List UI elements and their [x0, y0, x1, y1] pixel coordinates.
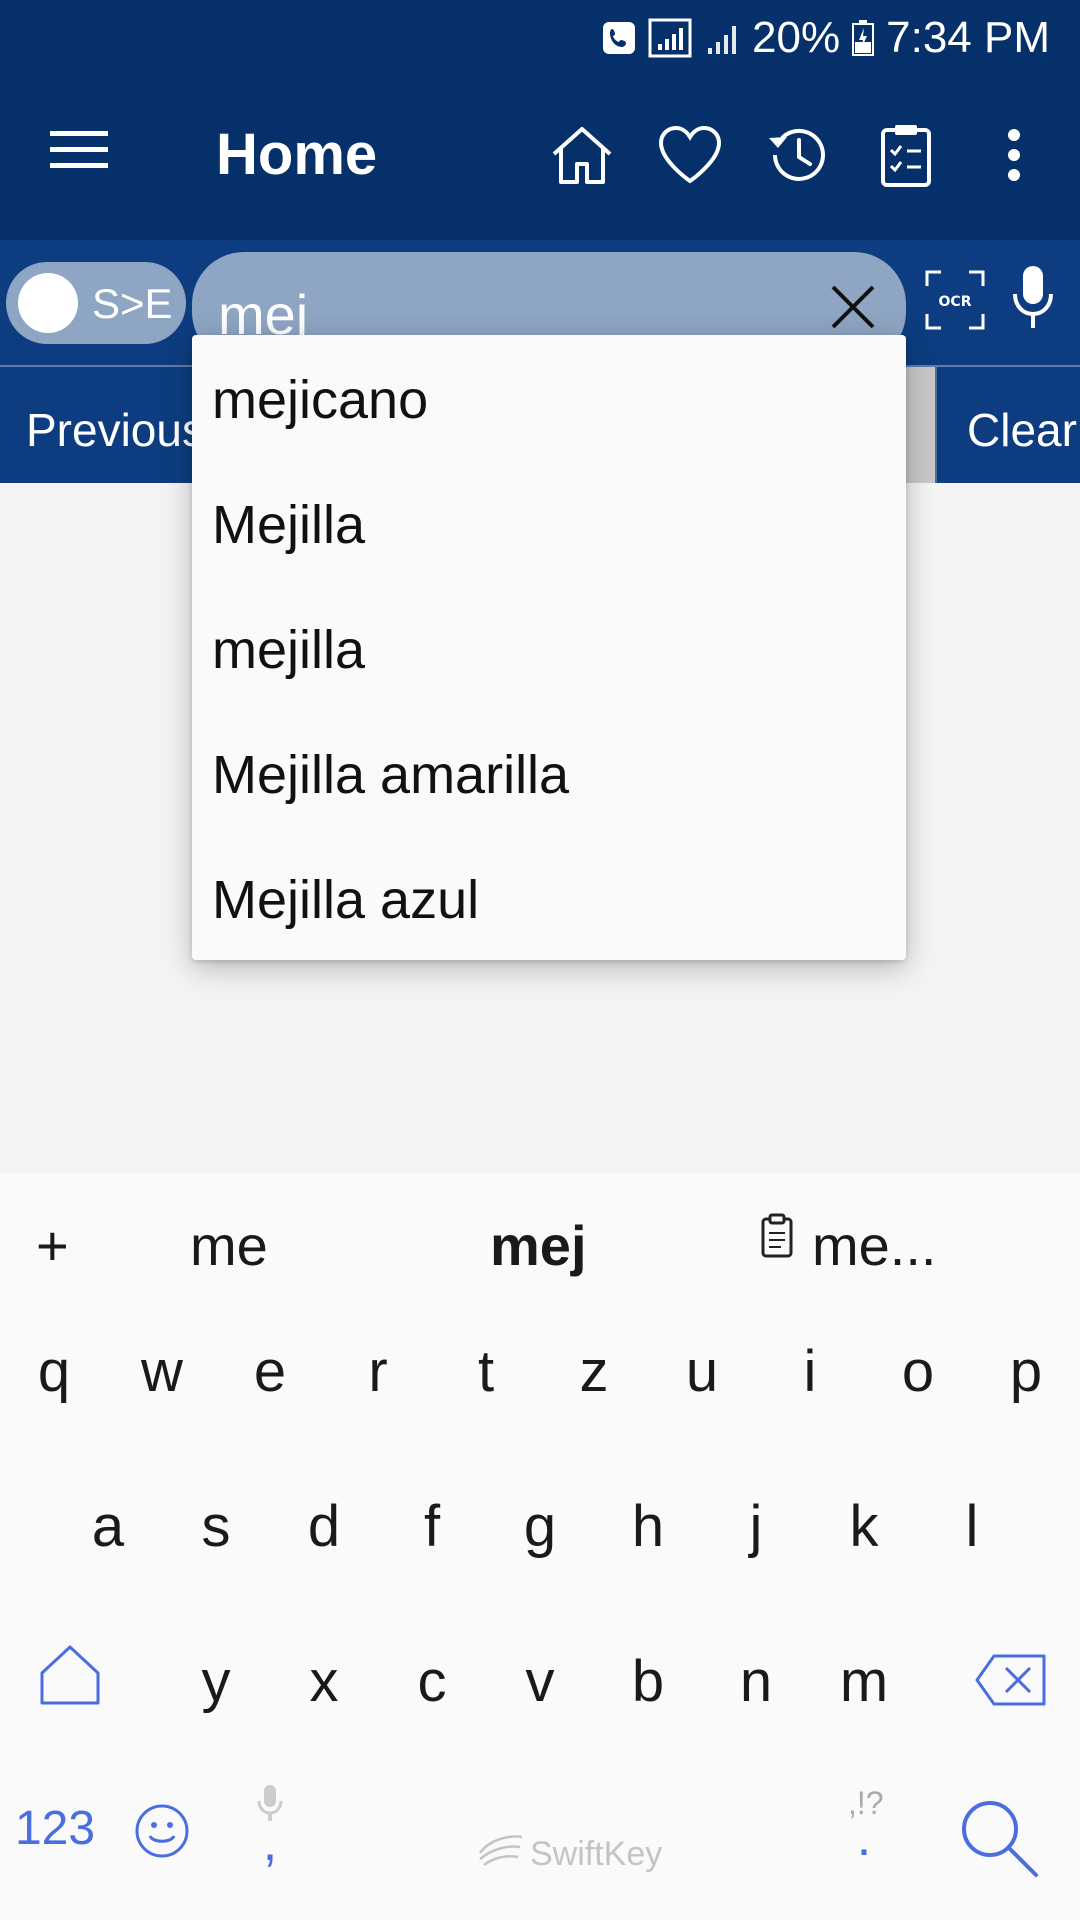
- suggestion-dropdown: mejicano Mejilla mejilla Mejilla amarill…: [192, 335, 906, 960]
- key-j[interactable]: j: [716, 1493, 796, 1560]
- key-y[interactable]: y: [176, 1648, 256, 1715]
- clipboard-icon[interactable]: [760, 1213, 794, 1264]
- status-bar: 20% 7:34 PM: [0, 0, 1080, 75]
- key-s[interactable]: s: [176, 1493, 256, 1560]
- key-u[interactable]: u: [662, 1338, 742, 1405]
- swiftkey-logo-icon: [478, 1833, 524, 1876]
- numbers-key[interactable]: 123: [10, 1801, 100, 1856]
- key-q[interactable]: q: [14, 1338, 94, 1405]
- clipboard-check-icon[interactable]: [866, 115, 946, 195]
- key-o[interactable]: o: [878, 1338, 958, 1405]
- page-title: Home: [216, 122, 378, 187]
- emoji-icon[interactable]: [134, 1803, 190, 1864]
- key-x[interactable]: x: [284, 1648, 364, 1715]
- heart-icon[interactable]: [650, 115, 730, 195]
- key-z[interactable]: z: [554, 1338, 634, 1405]
- keyboard-brand: SwiftKey: [478, 1833, 662, 1876]
- microphone-icon[interactable]: [1010, 264, 1070, 344]
- menu-icon[interactable]: [50, 125, 118, 185]
- key-h[interactable]: h: [608, 1493, 688, 1560]
- add-word-button[interactable]: +: [36, 1213, 69, 1278]
- clear-button[interactable]: Clear: [935, 367, 1080, 483]
- key-d[interactable]: d: [284, 1493, 364, 1560]
- prediction-right[interactable]: me...: [812, 1213, 936, 1278]
- key-b[interactable]: b: [608, 1648, 688, 1715]
- prediction-left[interactable]: me: [190, 1213, 268, 1278]
- divider: [905, 367, 935, 483]
- key-m[interactable]: m: [824, 1648, 904, 1715]
- search-icon[interactable]: [956, 1795, 1040, 1884]
- previous-button[interactable]: Previous: [26, 403, 205, 457]
- key-i[interactable]: i: [770, 1338, 850, 1405]
- ocr-scan-icon[interactable]: OCR: [925, 270, 991, 336]
- suggestion-item[interactable]: mejilla: [212, 619, 365, 681]
- key-c[interactable]: c: [392, 1648, 472, 1715]
- suggestion-item[interactable]: Mejilla amarilla: [212, 744, 569, 806]
- key-r[interactable]: r: [338, 1338, 418, 1405]
- comma-key[interactable]: ,: [230, 1813, 310, 1873]
- key-p[interactable]: p: [986, 1338, 1066, 1405]
- key-n[interactable]: n: [716, 1648, 796, 1715]
- suggestion-item[interactable]: Mejilla azul: [212, 869, 479, 931]
- key-f[interactable]: f: [392, 1493, 472, 1560]
- backspace-icon[interactable]: [974, 1653, 1048, 1712]
- key-e[interactable]: e: [230, 1338, 310, 1405]
- clock: 7:34 PM: [886, 13, 1050, 62]
- svg-text:OCR: OCR: [939, 294, 972, 310]
- direction-label: S>E: [92, 280, 173, 327]
- suggestion-item[interactable]: Mejilla: [212, 494, 365, 556]
- toggle-knob: [18, 273, 78, 333]
- close-icon[interactable]: [818, 272, 888, 342]
- battery-percent: 20%: [752, 13, 841, 62]
- history-icon[interactable]: [758, 115, 838, 195]
- key-l[interactable]: l: [932, 1493, 1012, 1560]
- key-t[interactable]: t: [446, 1338, 526, 1405]
- key-k[interactable]: k: [824, 1493, 904, 1560]
- key-g[interactable]: g: [500, 1493, 580, 1560]
- more-vert-icon[interactable]: [974, 115, 1054, 195]
- battery-charging-icon: [852, 20, 875, 56]
- key-v[interactable]: v: [500, 1648, 580, 1715]
- prediction-center[interactable]: mej: [490, 1213, 587, 1278]
- home-icon[interactable]: [542, 115, 622, 195]
- period-key[interactable]: .: [824, 1808, 904, 1868]
- clear-label: Clear: [967, 404, 1077, 456]
- key-a[interactable]: a: [68, 1493, 148, 1560]
- keyboard: + me mej me... q w e r t z u i o p a s d…: [0, 1173, 1080, 1920]
- suggestion-item[interactable]: mejicano: [212, 369, 428, 431]
- key-w[interactable]: w: [122, 1338, 202, 1405]
- direction-toggle[interactable]: S>E: [6, 262, 186, 344]
- app-bar: Home: [0, 75, 1080, 240]
- shift-icon[interactable]: [38, 1643, 102, 1712]
- signal-icon: [648, 18, 692, 58]
- signal-icon: [704, 20, 740, 56]
- call-icon: [602, 21, 636, 55]
